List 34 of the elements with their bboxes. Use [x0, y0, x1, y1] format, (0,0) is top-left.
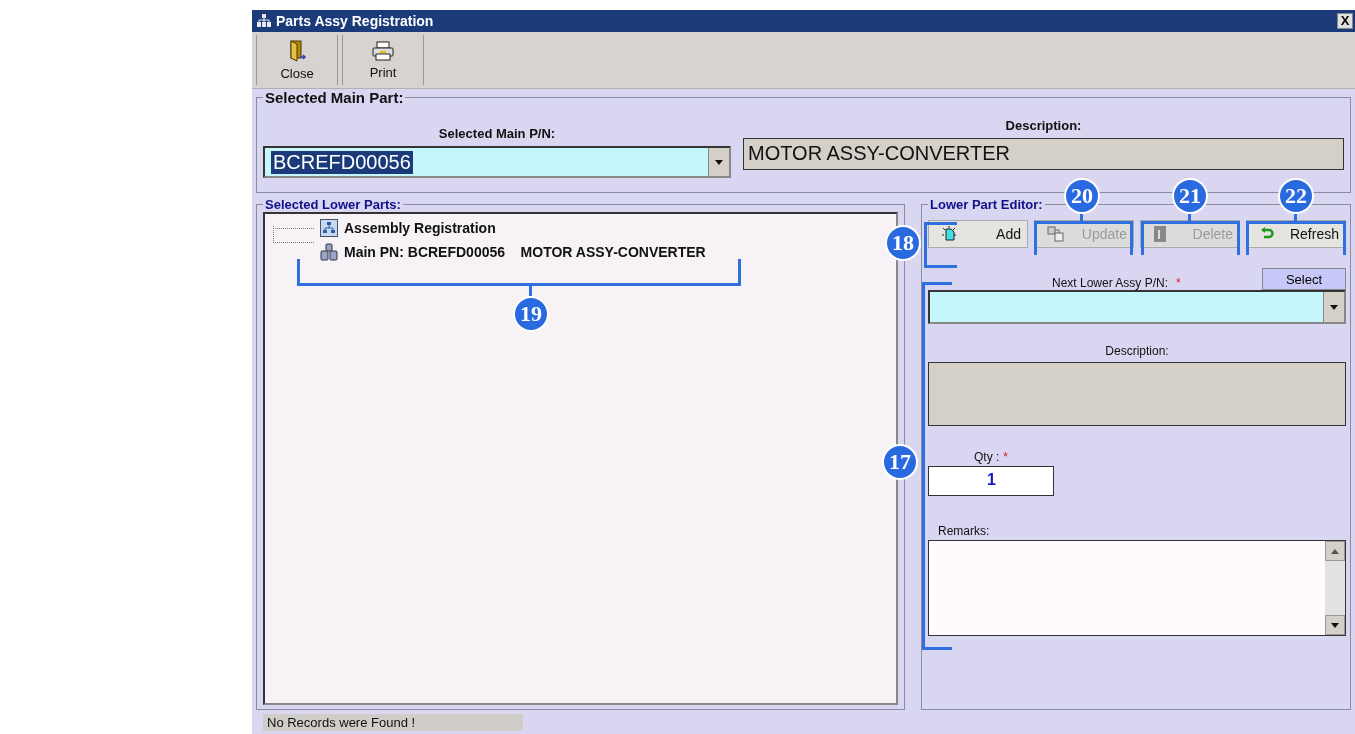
part-number-dropdown[interactable]: BCREFD00056	[263, 146, 731, 178]
field-label: Selected Main P/N:	[438, 126, 556, 141]
pages-icon	[1047, 226, 1065, 242]
field-label: Remarks:	[938, 524, 991, 538]
print-button[interactable]: Print	[342, 35, 424, 85]
quantity-field[interactable]: 1	[928, 466, 1054, 496]
trash-icon	[1153, 225, 1167, 243]
tree-item[interactable]: Main PN: BCREFD00056 MOTOR ASSY-CONVERTER	[344, 244, 706, 260]
tree-item[interactable]: Assembly Registration	[344, 220, 496, 236]
panel-title: Selected Lower Parts:	[264, 197, 402, 212]
required-mark: *	[1176, 276, 1181, 290]
printer-icon	[372, 40, 394, 61]
scrollbar[interactable]	[1325, 541, 1345, 635]
select-button[interactable]: Select	[1262, 268, 1346, 290]
panel-title: Selected Main Part:	[264, 89, 405, 106]
field-label: Description:	[1005, 118, 1082, 133]
required-mark: *	[1003, 450, 1008, 464]
field-label: Qty :	[974, 450, 1000, 464]
field-label: Description:	[1105, 344, 1169, 358]
field-label: Next Lower Assy P/N:	[1052, 276, 1169, 290]
close-button[interactable]: Close	[256, 35, 338, 85]
panel-title: Lower Part Editor:	[929, 197, 1044, 212]
close-button[interactable]: X	[1337, 13, 1353, 29]
status-text: No Records were Found !	[263, 713, 523, 731]
new-page-icon	[941, 226, 957, 242]
remarks-field[interactable]	[928, 540, 1346, 636]
window-title: Parts Assy Registration	[276, 13, 435, 29]
description-field: MOTOR ASSY-CONVERTER	[743, 138, 1344, 170]
add-button[interactable]: Add	[928, 220, 1028, 248]
hierarchy-icon	[256, 13, 272, 29]
parts-stack-icon	[320, 243, 338, 261]
hierarchy-icon	[320, 219, 338, 237]
door-exit-icon	[287, 39, 307, 62]
lower-part-number-dropdown[interactable]	[928, 290, 1346, 324]
